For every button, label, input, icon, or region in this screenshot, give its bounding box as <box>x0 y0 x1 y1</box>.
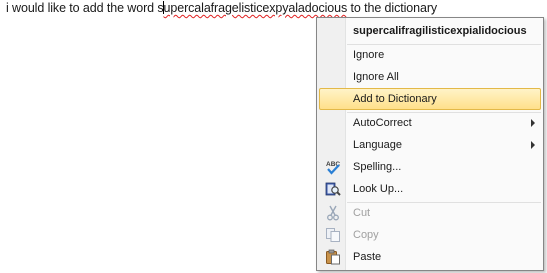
scissors-icon <box>327 205 339 221</box>
ignore-label: Ignore <box>353 49 385 61</box>
research-book-magnifier-icon <box>325 182 341 196</box>
look-up-item[interactable]: Look Up... <box>319 178 541 200</box>
submenu-arrow-icon <box>531 119 535 127</box>
suggestion-item[interactable]: supercalifragilisticexpialidocious <box>319 20 541 42</box>
look-up-label: Look Up... <box>353 183 404 195</box>
cut-label: Cut <box>353 207 371 219</box>
language-label: Language <box>353 139 402 151</box>
ignore-all-item[interactable]: Ignore All <box>319 66 541 88</box>
spelling-context-menu: supercalifragilisticexpialidocious Ignor… <box>316 17 544 271</box>
spelling-abc-check-icon: ABC <box>326 161 340 175</box>
copy-label: Copy <box>353 229 379 241</box>
cut-item[interactable]: Cut <box>319 202 541 224</box>
ignore-all-label: Ignore All <box>353 71 399 83</box>
add-to-dictionary-item[interactable]: Add to Dictionary <box>319 88 541 110</box>
copy-item[interactable]: Copy <box>319 224 541 246</box>
document-text-line[interactable]: i would like to add the word supercalafr… <box>6 1 437 15</box>
language-item[interactable]: Language <box>319 134 541 156</box>
paste-label: Paste <box>353 251 382 263</box>
spelling-label: Spelling... <box>353 161 402 173</box>
paste-clipboard-icon <box>326 249 340 265</box>
add-to-dictionary-label: Add to Dictionary <box>353 93 437 105</box>
spelling-item[interactable]: ABC Spelling... <box>319 156 541 178</box>
document-text-after: to the dictionary <box>347 1 438 15</box>
suggestion-label: supercalifragilisticexpialidocious <box>353 25 527 37</box>
autocorrect-label: AutoCorrect <box>353 117 412 129</box>
autocorrect-item[interactable]: AutoCorrect <box>319 112 541 134</box>
misspelled-word[interactable]: upercalafragelisticexpyaladocious <box>164 1 348 15</box>
ignore-item[interactable]: Ignore <box>319 44 541 66</box>
copy-icon <box>326 228 340 242</box>
paste-item[interactable]: Paste <box>319 246 541 268</box>
submenu-arrow-icon <box>531 141 535 149</box>
document-text-before: i would like to add the word s <box>6 1 164 15</box>
